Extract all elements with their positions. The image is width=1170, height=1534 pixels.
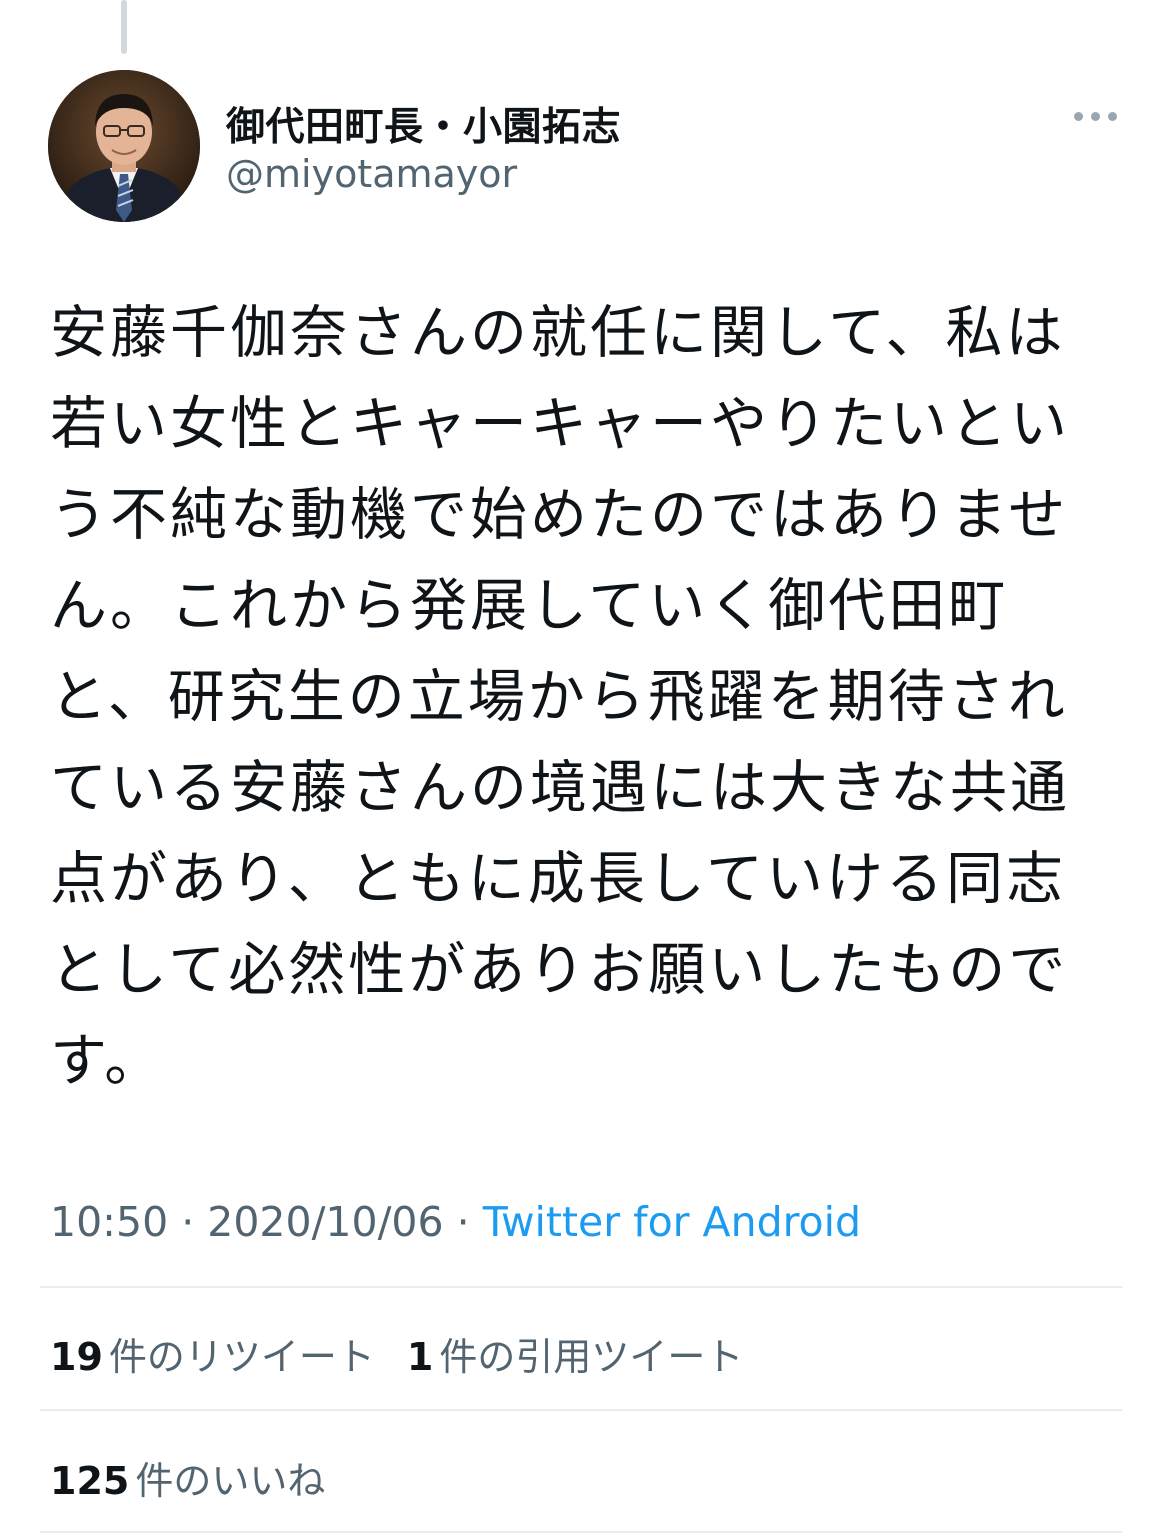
quotes-count-link[interactable]: 1 件の引用ツイート bbox=[407, 1326, 743, 1381]
tweet-header: 御代田町長・小園拓志 @miyotamayor bbox=[48, 70, 1122, 222]
likes-count-link[interactable]: 125 件のいいね bbox=[50, 1450, 325, 1505]
tweet-source-link[interactable]: Twitter for Android bbox=[483, 1198, 861, 1246]
quotes-label: 件の引用ツイート bbox=[439, 1335, 744, 1379]
meta-separator: · bbox=[443, 1198, 483, 1246]
tweet-meta: 10:50 · 2020/10/06 · Twitter for Android bbox=[50, 1198, 861, 1246]
avatar[interactable] bbox=[48, 70, 200, 222]
retweets-count: 19 bbox=[50, 1335, 103, 1379]
likes-label: 件のいいね bbox=[135, 1459, 326, 1503]
author-display-name[interactable]: 御代田町長・小園拓志 bbox=[226, 96, 621, 152]
author-handle[interactable]: @miyotamayor bbox=[226, 152, 517, 196]
meta-separator: · bbox=[168, 1198, 208, 1246]
tweet-text: 安藤千伽奈さんの就任に関して、私は若い女性とキャーキャーやりたいという不純な動機… bbox=[50, 300, 1070, 1094]
more-horizontal-icon bbox=[1108, 112, 1117, 121]
more-horizontal-icon bbox=[1074, 112, 1083, 121]
avatar-image bbox=[48, 70, 200, 222]
retweets-label: 件のリツイート bbox=[108, 1335, 375, 1379]
divider bbox=[40, 1531, 1122, 1533]
tweet-date[interactable]: 2020/10/06 bbox=[207, 1198, 443, 1246]
more-options-button[interactable] bbox=[1070, 96, 1122, 136]
tweet-time[interactable]: 10:50 bbox=[50, 1198, 168, 1246]
more-horizontal-icon bbox=[1091, 112, 1100, 121]
divider bbox=[40, 1409, 1122, 1411]
thread-connector-line bbox=[121, 0, 127, 54]
retweet-quote-stats: 19 件のリツイート 1 件の引用ツイート bbox=[50, 1326, 743, 1381]
likes-count: 125 bbox=[50, 1459, 130, 1503]
quotes-count: 1 bbox=[406, 1335, 434, 1379]
likes-stats: 125 件のいいね bbox=[50, 1450, 325, 1505]
retweets-count-link[interactable]: 19 件のリツイート bbox=[50, 1326, 375, 1381]
divider bbox=[40, 1286, 1122, 1288]
